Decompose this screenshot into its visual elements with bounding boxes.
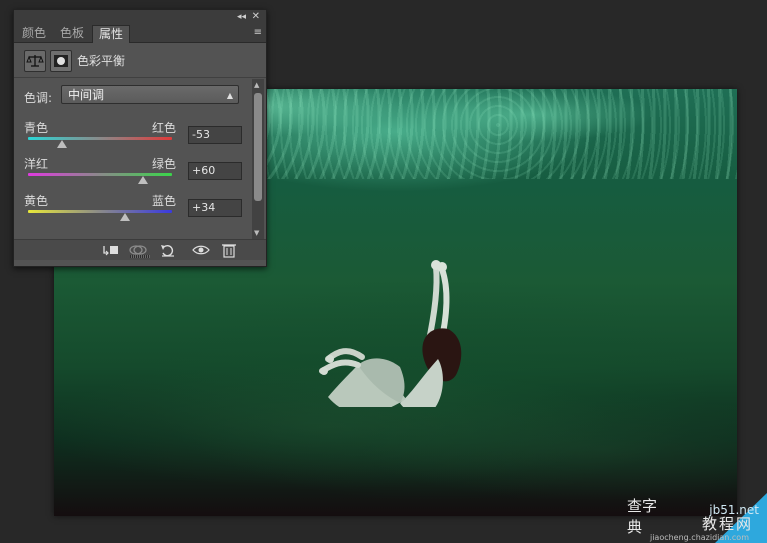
slider-thumb[interactable] [56,140,67,148]
slider-thumb[interactable] [138,176,149,184]
slider-track[interactable] [28,137,172,140]
reset-icon[interactable] [156,242,180,258]
panel-menu-icon[interactable]: ≡ [254,27,262,38]
adjustment-header: 色彩平衡 [14,43,266,78]
magenta-green-value-field[interactable]: +60 [188,162,242,180]
tab-color[interactable]: 颜色 [16,25,52,42]
clip-to-layer-icon[interactable] [98,242,122,258]
adjustment-title: 色彩平衡 [77,54,126,68]
tone-label: 色调: [24,91,53,105]
slider-right-label: 绿色 [152,157,177,171]
watermark-title: 教程网 [701,515,753,533]
underwater-woman-figure [319,260,462,407]
slider-thumb[interactable] [119,213,130,221]
tab-swatches[interactable]: 色板 [54,25,90,42]
scroll-up-icon[interactable]: ▲ [254,81,259,89]
slider-left-label: 洋红 [24,157,49,171]
slider-right-label: 红色 [152,121,177,135]
scroll-down-icon[interactable]: ▼ [254,229,259,237]
cyan-red-value-field[interactable]: -53 [188,126,242,144]
slider-yellow-blue: 黄色 蓝色 +34 [24,192,256,228]
panel-tabs: 颜色 色板 属性 ≡ [14,24,266,43]
yellow-blue-value-field[interactable]: +34 [188,199,242,217]
panel-titlebar: ◂◂ ✕ [14,10,266,24]
layer-mask-icon[interactable] [50,50,72,72]
watermark-url: jiaocheng.chazidian.com [649,533,749,542]
slider-track[interactable] [28,173,172,176]
resize-grip[interactable] [130,255,150,258]
slider-magenta-green: 洋红 绿色 +60 [24,155,256,191]
visibility-eye-icon[interactable] [189,242,213,258]
site-watermark: jb51.net 教程网 jiaocheng.chazidian.com 查字典 [627,493,767,543]
balance-scale-icon[interactable] [24,50,46,72]
tone-dropdown[interactable]: 中间调 ▲ [61,85,239,104]
watermark-seal: 查字典 [627,497,658,536]
slider-track[interactable] [28,210,172,213]
slider-left-label: 黄色 [24,194,49,208]
updown-arrow-icon: ▲ [226,91,233,100]
tab-properties[interactable]: 属性 [92,25,131,43]
slider-right-label: 蓝色 [152,194,177,208]
collapse-icon[interactable]: ◂◂ [237,10,246,24]
delete-trash-icon[interactable] [217,242,241,258]
close-icon[interactable]: ✕ [252,10,260,24]
properties-panel: ◂◂ ✕ 颜色 色板 属性 ≡ 色彩平衡 色调: 中间调 ▲ 青色 红色 -53… [13,9,267,267]
slider-left-label: 青色 [24,121,49,135]
panel-bottom-toolbar [14,239,266,260]
panel-scrollbar[interactable]: ▲ ▼ [252,79,264,239]
slider-cyan-red: 青色 红色 -53 [24,119,256,155]
tone-dropdown-value: 中间调 [68,88,105,102]
scrollbar-thumb[interactable] [254,93,262,201]
